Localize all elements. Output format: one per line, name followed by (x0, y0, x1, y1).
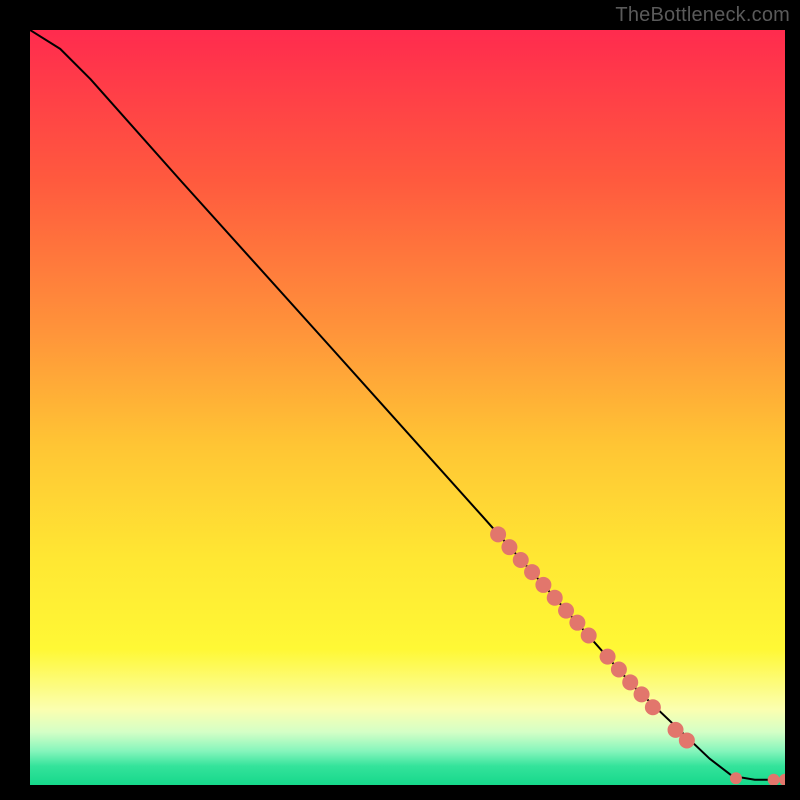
data-marker (611, 661, 627, 677)
data-marker (645, 699, 661, 715)
data-marker (569, 615, 585, 631)
chart-frame: TheBottleneck.com (0, 0, 800, 800)
data-marker (600, 649, 616, 665)
data-marker (730, 772, 742, 784)
data-marker (547, 590, 563, 606)
data-marker (558, 603, 574, 619)
watermark-text: TheBottleneck.com (615, 4, 790, 27)
data-marker (501, 539, 517, 555)
data-marker (634, 686, 650, 702)
data-marker (535, 577, 551, 593)
data-marker (581, 628, 597, 644)
data-marker (622, 674, 638, 690)
data-marker (490, 526, 506, 542)
plot-area (30, 30, 785, 785)
chart-background (30, 30, 785, 785)
data-marker (679, 732, 695, 748)
data-marker (524, 564, 540, 580)
data-marker (513, 552, 529, 568)
chart-svg (30, 30, 785, 785)
